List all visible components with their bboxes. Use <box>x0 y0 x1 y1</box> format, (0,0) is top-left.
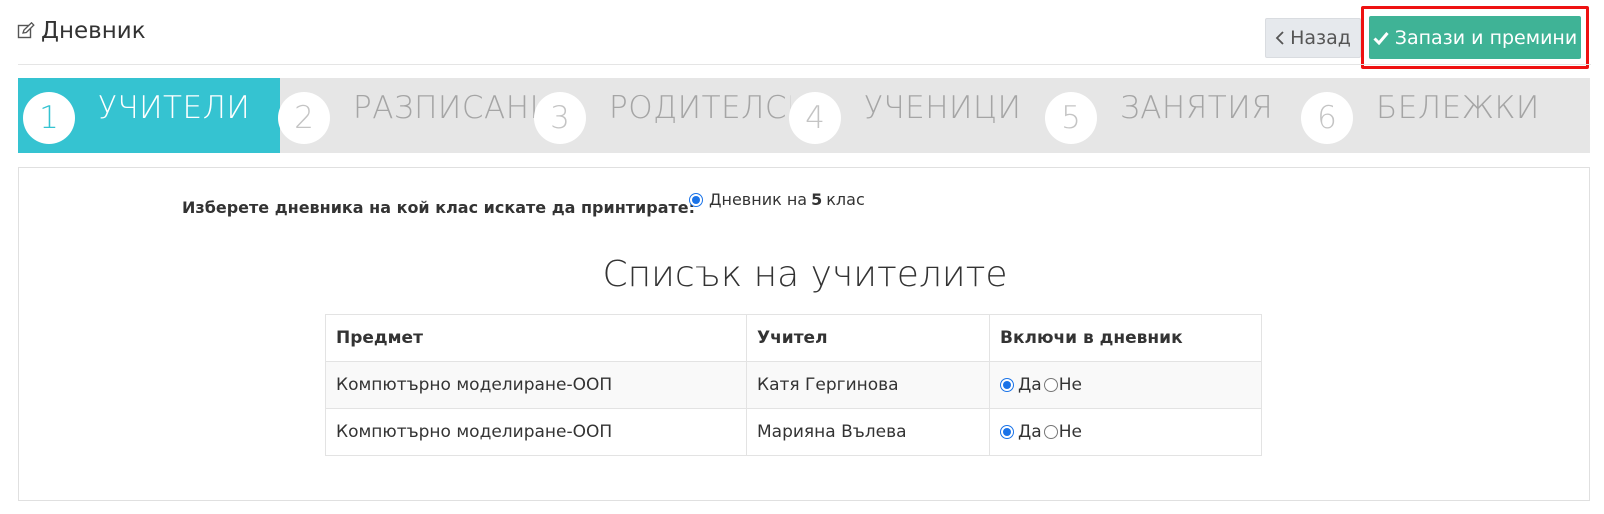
include-radio-group: Да Не <box>1000 422 1251 442</box>
include-no-radio[interactable] <box>1043 425 1058 439</box>
back-button[interactable]: Назад <box>1265 18 1361 58</box>
page-title-text: Дневник <box>41 18 146 44</box>
table-row: Компютърно моделиране-ООП Марияна Вълева… <box>325 408 1262 456</box>
include-no-label: Не <box>1058 422 1082 442</box>
wizard-step-notes[interactable]: 6 БЕЛЕЖКИ <box>1296 78 1558 153</box>
wizard-steps: 1 УЧИТЕЛИ 2 РАЗПИСАНИЕ 3 РОДИТЕЛСКИ 4 УЧ… <box>18 78 1590 153</box>
step-label: РОДИТЕЛСКИ <box>609 90 791 126</box>
check-icon <box>1373 31 1389 45</box>
table-row: Компютърно моделиране-ООП Катя Гергинова… <box>325 361 1262 409</box>
include-yes-radio[interactable] <box>1000 425 1014 439</box>
teacher-cell: Катя Гергинова <box>746 361 990 409</box>
step-number: 3 <box>534 92 586 144</box>
step-label: УЧИТЕЛИ <box>98 90 251 126</box>
subject-cell: Компютърно моделиране-ООП <box>325 408 747 456</box>
include-yes-label: Да <box>1018 422 1042 442</box>
wizard-step-parents[interactable]: 3 РОДИТЕЛСКИ <box>529 78 791 153</box>
include-radio-group: Да Не <box>1000 375 1251 395</box>
save-and-continue-button[interactable]: Запази и премини <box>1369 16 1581 59</box>
step-number: 5 <box>1045 92 1097 144</box>
class-option-suffix: клас <box>826 190 865 209</box>
wizard-step-students[interactable]: 4 УЧЕНИЦИ <box>784 78 1046 153</box>
include-yes-label: Да <box>1018 375 1042 395</box>
step-number: 4 <box>789 92 841 144</box>
include-no-radio[interactable] <box>1043 378 1058 392</box>
step-number: 1 <box>23 92 75 144</box>
include-cell: Да Не <box>989 361 1262 409</box>
teachers-table: Предмет Учител Включи в дневник Компютър… <box>325 314 1262 456</box>
chevron-left-icon <box>1275 31 1284 45</box>
include-cell: Да Не <box>989 408 1262 456</box>
class-option-prefix: Дневник на <box>709 190 808 209</box>
class-option[interactable]: Дневник на 5 клас <box>689 190 865 209</box>
class-option-number: 5 <box>811 190 823 209</box>
include-no-label: Не <box>1058 375 1082 395</box>
step-label: ЗАНЯТИЯ <box>1120 90 1274 126</box>
back-button-label: Назад <box>1290 27 1351 49</box>
step-number: 6 <box>1301 92 1353 144</box>
edit-icon <box>17 22 35 39</box>
wizard-step-lessons[interactable]: 5 ЗАНЯТИЯ <box>1040 78 1302 153</box>
class-radio[interactable] <box>689 192 703 207</box>
include-yes-radio[interactable] <box>1000 378 1014 392</box>
step-label: БЕЛЕЖКИ <box>1376 90 1540 126</box>
page-header: Дневник Назад Запази и премини <box>0 0 1604 69</box>
wizard-step-schedule[interactable]: 2 РАЗПИСАНИЕ <box>273 78 535 153</box>
content-panel: Изберете дневника на кой клас искате да … <box>18 167 1590 501</box>
step-number: 2 <box>278 92 330 144</box>
header-divider <box>18 64 1591 65</box>
column-header-include: Включи в дневник <box>989 314 1262 362</box>
teachers-list-title: Списък на учителите <box>602 254 1008 295</box>
subject-cell: Компютърно моделиране-ООП <box>325 361 747 409</box>
teacher-cell: Марияна Вълева <box>746 408 990 456</box>
column-header-teacher: Учител <box>746 314 990 362</box>
step-label: РАЗПИСАНИЕ <box>353 90 535 126</box>
step-label: УЧЕНИЦИ <box>864 90 1022 126</box>
table-header-row: Предмет Учител Включи в дневник <box>325 314 1262 362</box>
page-title: Дневник <box>17 18 146 44</box>
wizard-step-teachers[interactable]: 1 УЧИТЕЛИ <box>18 78 280 153</box>
save-button-label: Запази и премини <box>1394 26 1578 49</box>
column-header-subject: Предмет <box>325 314 747 362</box>
class-select-label: Изберете дневника на кой клас искате да … <box>182 198 696 217</box>
